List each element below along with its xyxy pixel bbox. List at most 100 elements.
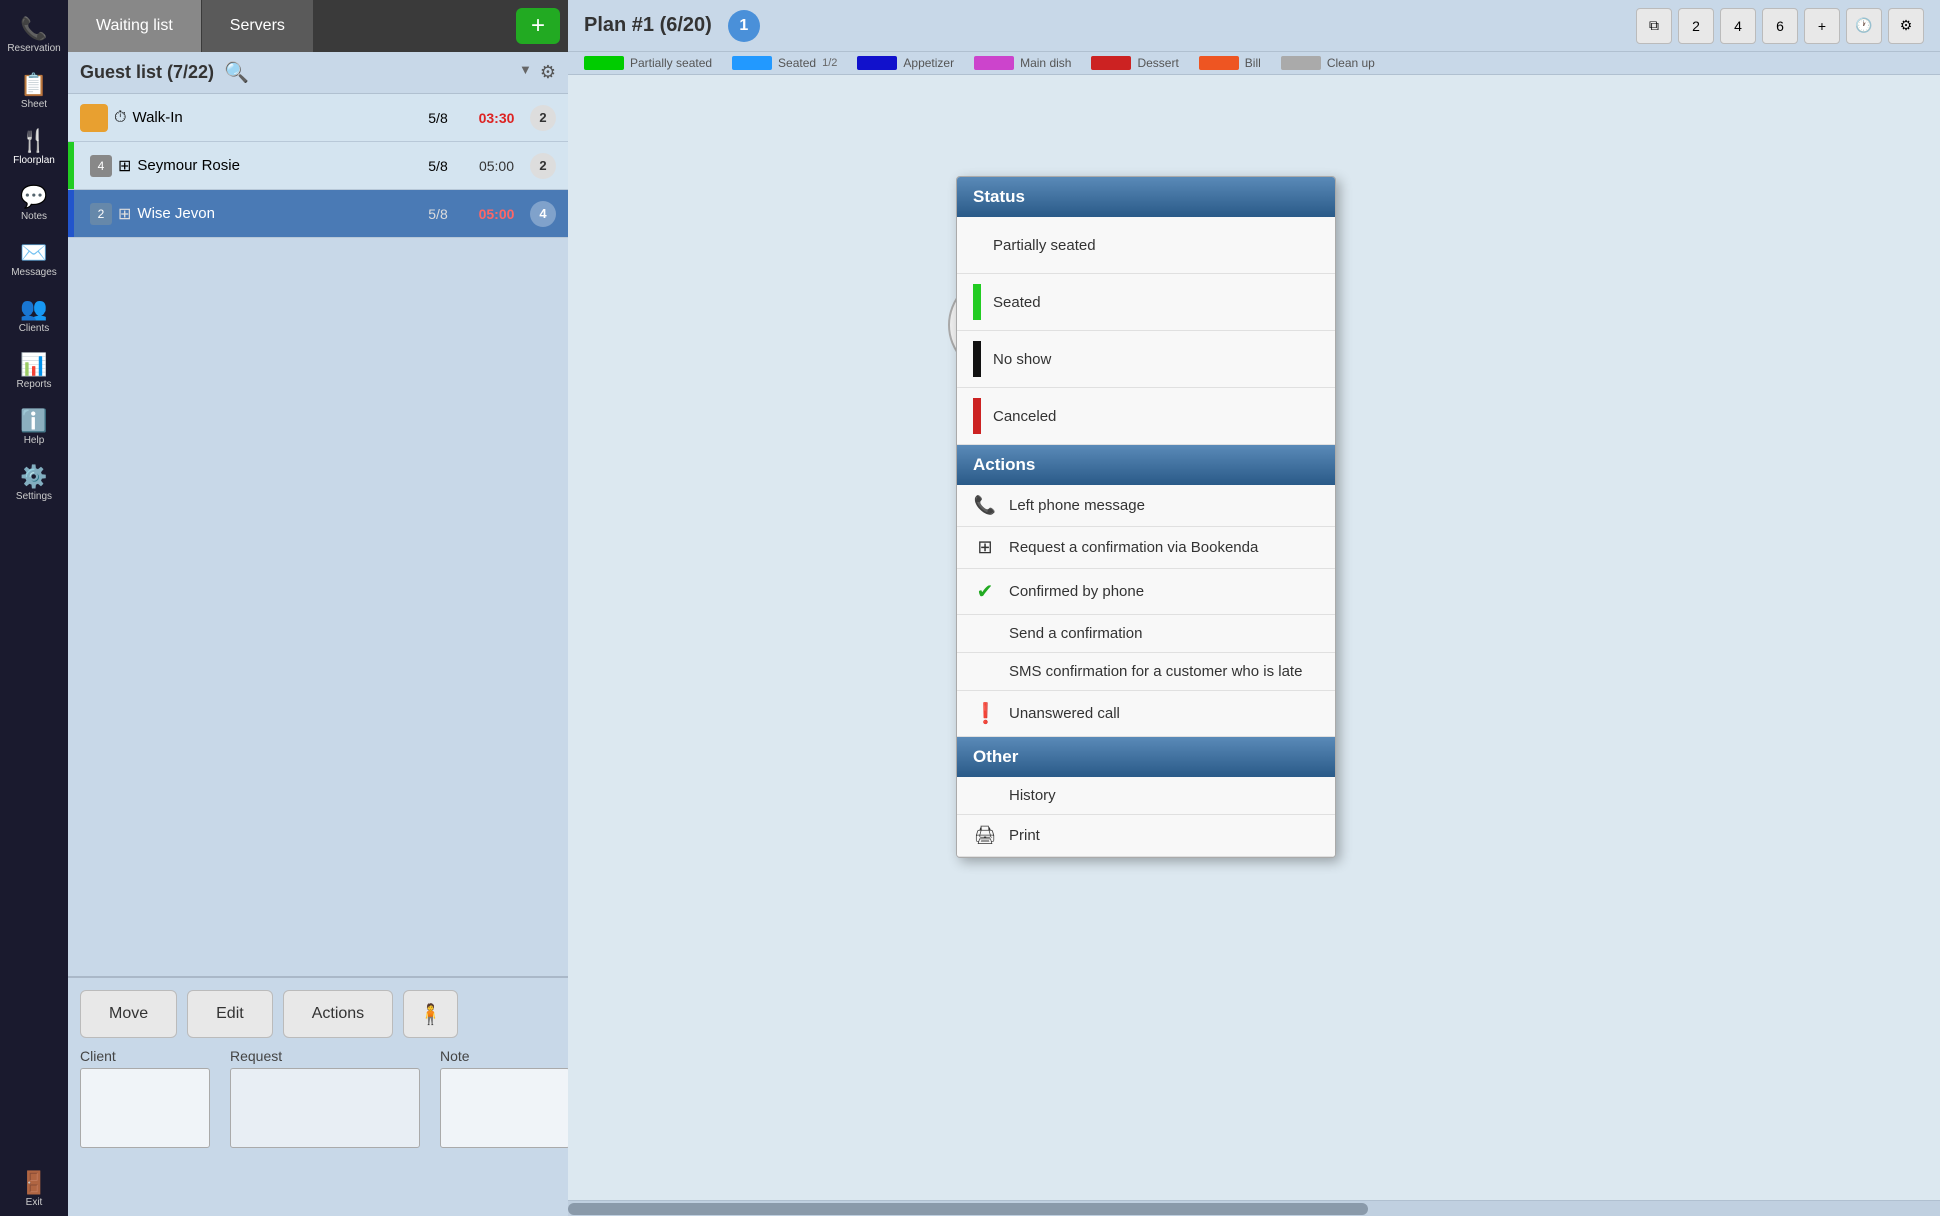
guest-name: Walk-In xyxy=(132,109,407,126)
other-section-header: Other xyxy=(957,737,1335,777)
left-panel: Waiting list Servers + Guest list (7/22)… xyxy=(68,0,568,1216)
num2-button[interactable]: 2 xyxy=(1678,8,1714,44)
guest-count: 2 xyxy=(530,153,556,179)
sidebar: 📞 Reservation 📋 Sheet 🍴 Floorplan 💬 Note… xyxy=(0,0,68,1216)
client-input[interactable] xyxy=(80,1068,210,1148)
status-indicator-red xyxy=(973,398,981,434)
status-indicator-black xyxy=(973,341,981,377)
sidebar-item-settings[interactable]: ⚙️ Settings xyxy=(4,458,64,510)
status-label: Partially seated xyxy=(630,56,712,70)
status-label: Clean up xyxy=(1327,56,1375,70)
status-label: Dessert xyxy=(1137,56,1178,70)
status-label: Main dish xyxy=(1020,56,1071,70)
sidebar-item-exit[interactable]: 🚪 Exit xyxy=(4,1164,64,1216)
person-button[interactable]: 🧍 xyxy=(403,990,458,1038)
guest-list-settings-button[interactable]: ⚙ xyxy=(540,62,556,83)
sidebar-item-sheet[interactable]: 📋 Sheet xyxy=(4,66,64,118)
request-input[interactable] xyxy=(230,1068,420,1148)
move-button[interactable]: Move xyxy=(80,990,177,1038)
sidebar-item-messages[interactable]: ✉️ Messages xyxy=(4,234,64,286)
walkin-icon: ⏱ xyxy=(114,109,126,127)
action-buttons: Move Edit Actions 🧍 xyxy=(80,990,556,1038)
status-label: Seated xyxy=(778,56,816,70)
plan-badge: 1 xyxy=(728,10,760,42)
menu-item-canceled[interactable]: Canceled xyxy=(957,388,1335,445)
search-button[interactable]: 🔍 xyxy=(224,60,249,85)
row-number: 4 xyxy=(90,155,112,177)
sidebar-item-floorplan[interactable]: 🍴 Floorplan xyxy=(4,122,64,174)
guest-list-header: Guest list (7/22) 🔍 ▼ ⚙ xyxy=(68,52,568,94)
num6-button[interactable]: 6 xyxy=(1762,8,1798,44)
guest-name: Wise Jevon xyxy=(137,205,407,222)
status-color-main-dish xyxy=(974,56,1014,70)
client-label: Client xyxy=(80,1048,210,1064)
floor-toolbar: ⧉ 2 4 6 + 🕐 ⚙ xyxy=(1636,8,1924,44)
menu-item-seated[interactable]: Seated xyxy=(957,274,1335,331)
menu-item-label: Left phone message xyxy=(1009,497,1145,514)
menu-item-unanswered-call[interactable]: ❗ Unanswered call xyxy=(957,691,1335,737)
status-bar-green xyxy=(68,142,74,189)
status-bill: Bill xyxy=(1199,56,1261,70)
plus-button[interactable]: + xyxy=(1804,8,1840,44)
sidebar-item-label: Reports xyxy=(16,379,51,390)
table-row[interactable]: 4 ⊞ Seymour Rosie 5/8 05:00 2 xyxy=(68,142,568,190)
sidebar-item-reports[interactable]: 📊 Reports xyxy=(4,346,64,398)
menu-item-no-show[interactable]: No show xyxy=(957,331,1335,388)
menu-item-history[interactable]: History xyxy=(957,777,1335,815)
tab-servers[interactable]: Servers xyxy=(202,0,314,52)
menu-item-label: History xyxy=(1009,787,1056,804)
sidebar-item-clients[interactable]: 👥 Clients xyxy=(4,290,64,342)
sidebar-item-label: Notes xyxy=(21,211,47,222)
status-bar: Partially seated Seated 1/2 Appetizer Ma… xyxy=(568,52,1940,75)
table-row[interactable]: ⏱ Walk-In 5/8 03:30 2 xyxy=(68,94,568,142)
floor-settings-button[interactable]: ⚙ xyxy=(1888,8,1924,44)
menu-item-send-confirmation[interactable]: Send a confirmation xyxy=(957,615,1335,653)
bookenda-icon: ⊞ xyxy=(973,537,997,558)
menu-item-label: No show xyxy=(993,351,1051,368)
client-field: Client xyxy=(80,1048,210,1148)
menu-item-label: SMS confirmation for a customer who is l… xyxy=(1009,663,1302,680)
copy-button[interactable]: ⧉ xyxy=(1636,8,1672,44)
edit-button[interactable]: Edit xyxy=(187,990,273,1038)
menu-item-partially-seated[interactable]: Partially seated xyxy=(957,217,1335,274)
sidebar-item-notes[interactable]: 💬 Notes xyxy=(4,178,64,230)
menu-item-sms-confirmation[interactable]: SMS confirmation for a customer who is l… xyxy=(957,653,1335,691)
menu-item-confirmed-phone[interactable]: ✔ Confirmed by phone xyxy=(957,569,1335,615)
status-indicator-none xyxy=(973,227,981,263)
floor-scrollbar[interactable] xyxy=(568,1200,1940,1216)
menu-item-bookenda[interactable]: ⊞ Request a confirmation via Bookenda xyxy=(957,527,1335,569)
actions-button[interactable]: Actions xyxy=(283,990,393,1038)
exit-icon: 🚪 xyxy=(20,1172,47,1194)
floorplan-icon: 🍴 xyxy=(20,130,47,152)
add-reservation-button[interactable]: + xyxy=(516,8,560,44)
num4-button[interactable]: 4 xyxy=(1720,8,1756,44)
menu-item-label: Print xyxy=(1009,827,1040,844)
sidebar-item-reservation[interactable]: 📞 Reservation xyxy=(4,10,64,62)
tab-waiting-list[interactable]: Waiting list xyxy=(68,0,202,52)
table-row[interactable]: 2 ⊞ Wise Jevon 5/8 05:00 4 xyxy=(68,190,568,238)
note-field: Note xyxy=(440,1048,570,1148)
note-label: Note xyxy=(440,1048,570,1064)
request-field: Request xyxy=(230,1048,420,1148)
notes-icon: 💬 xyxy=(20,186,47,208)
clock-button[interactable]: 🕐 xyxy=(1846,8,1882,44)
status-color-walkin xyxy=(80,104,108,132)
sidebar-item-label: Help xyxy=(24,435,45,446)
guest-name: Seymour Rosie xyxy=(137,157,407,174)
print-icon: 🖨 xyxy=(973,825,997,846)
guest-date: 5/8 xyxy=(413,206,463,222)
note-input[interactable] xyxy=(440,1068,570,1148)
request-label: Request xyxy=(230,1048,420,1064)
guest-list-title: Guest list (7/22) xyxy=(80,62,214,83)
status-color-partially-seated xyxy=(584,56,624,70)
menu-item-left-phone[interactable]: 📞 Left phone message xyxy=(957,485,1335,527)
menu-item-print[interactable]: 🖨 Print xyxy=(957,815,1335,857)
status-main-dish: Main dish xyxy=(974,56,1071,70)
scrollbar-thumb xyxy=(568,1203,1368,1215)
menu-item-label: Unanswered call xyxy=(1009,705,1120,722)
exclaim-icon: ❗ xyxy=(973,701,997,726)
menu-item-label: Request a confirmation via Bookenda xyxy=(1009,539,1258,556)
status-dessert: Dessert xyxy=(1091,56,1178,70)
guest-time: 03:30 xyxy=(469,110,524,126)
sidebar-item-help[interactable]: ℹ️ Help xyxy=(4,402,64,454)
